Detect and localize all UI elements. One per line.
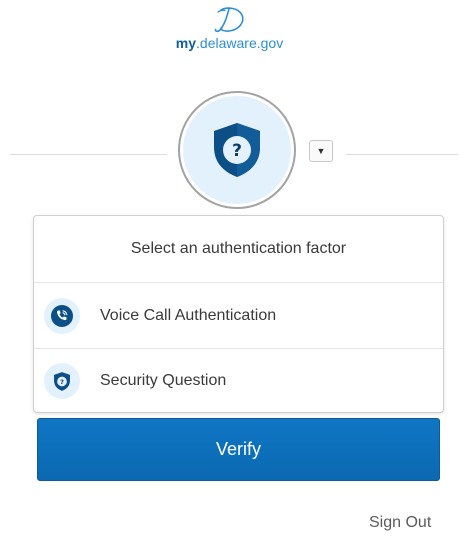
security-question-shield-icon: ? — [44, 363, 80, 399]
sign-out-link[interactable]: Sign Out — [369, 514, 431, 532]
brand-logo: my.delaware.gov — [0, 4, 459, 51]
current-factor-avatar-inner: ? — [183, 96, 291, 204]
security-question-shield-icon: ? — [214, 123, 260, 177]
factor-option-security-question[interactable]: ? Security Question — [34, 348, 443, 413]
caret-down-icon: ▼ — [316, 145, 326, 156]
factor-dropdown-button[interactable]: ▼ — [309, 140, 333, 162]
factor-menu: Select an authentication factor Voice Ca… — [33, 215, 444, 413]
factor-option-label: Voice Call Authentication — [100, 306, 277, 324]
svg-text:?: ? — [60, 377, 64, 385]
brand-wordmark-prefix: my — [175, 35, 197, 51]
current-factor-avatar: ? — [178, 91, 296, 209]
factor-menu-title: Select an authentication factor — [34, 216, 443, 283]
divider-right — [346, 154, 458, 155]
phone-call-icon — [44, 297, 80, 334]
divider-left — [10, 154, 167, 155]
brand-wordmark: my.delaware.gov — [0, 35, 459, 51]
delaware-d-logo-icon — [214, 7, 244, 33]
factor-option-label: Security Question — [100, 372, 227, 389]
factor-option-voice-call[interactable]: Voice Call Authentication — [34, 283, 443, 348]
brand-wordmark-suffix: .delaware.gov — [196, 35, 284, 51]
login-page: my.delaware.gov ? ▼ Select an authentica… — [0, 0, 459, 538]
verify-button[interactable]: Verify — [37, 418, 440, 481]
svg-text:?: ? — [232, 141, 242, 161]
